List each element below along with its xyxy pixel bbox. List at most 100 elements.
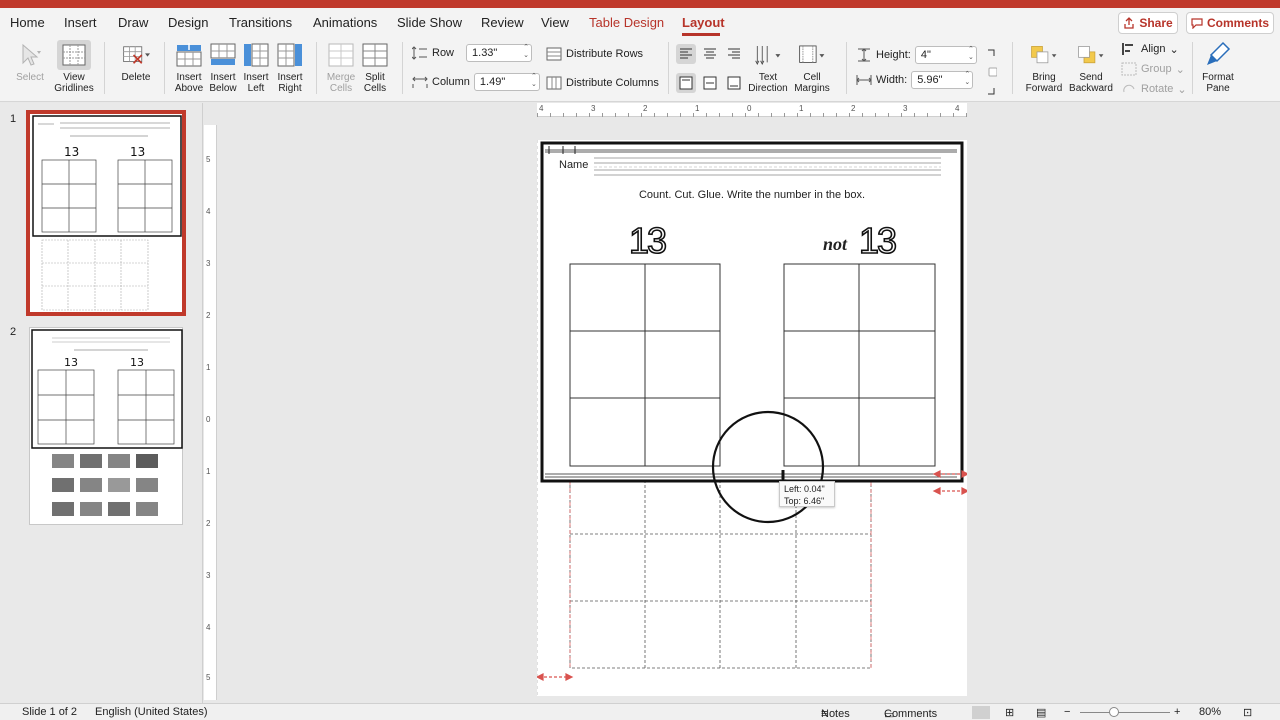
row-height-input[interactable]: 1.33": [466, 44, 533, 62]
insert-below-label-1: Insert: [210, 72, 236, 83]
ruler-label: 1: [799, 104, 804, 113]
tab-review[interactable]: Review: [481, 15, 524, 30]
ribbon-separator: [846, 42, 847, 94]
tab-design[interactable]: Design: [168, 15, 208, 30]
svg-text:13: 13: [64, 356, 78, 369]
ribbon-separator: [402, 42, 403, 94]
align-center-icon[interactable]: [700, 44, 720, 64]
ribbon-separator: [1192, 42, 1193, 94]
insert-left-icon: [242, 40, 270, 70]
normal-view-icon[interactable]: [972, 706, 990, 719]
distribute-columns-button[interactable]: Distribute Columns: [546, 76, 659, 90]
align-bottom-icon[interactable]: [724, 73, 744, 93]
zoom-slider-thumb[interactable]: [1109, 707, 1119, 717]
ruler-label: 4: [206, 207, 211, 216]
width-input[interactable]: 5.96": [911, 71, 974, 89]
number-thirteen-right: 13: [858, 219, 898, 262]
cell-margins-label-2: Margins: [794, 83, 830, 94]
ruler-label: 2: [851, 104, 856, 113]
tab-slide-show[interactable]: Slide Show: [397, 15, 462, 30]
group-icon: [1121, 62, 1137, 76]
column-width-input[interactable]: 1.49": [473, 73, 540, 91]
zoom-out-icon[interactable]: −: [1064, 706, 1070, 718]
zoom-in-icon[interactable]: +: [1174, 706, 1180, 718]
select-button[interactable]: Select: [12, 40, 48, 83]
bring-forward-button[interactable]: Bring Forward: [1022, 40, 1066, 94]
comment-icon: [1191, 18, 1203, 29]
distribute-rows-button[interactable]: Distribute Rows: [546, 47, 643, 61]
tab-insert[interactable]: Insert: [64, 15, 97, 30]
comments-button[interactable]: Comments: [1186, 12, 1274, 34]
slide-1-preview: 13 13: [32, 115, 182, 311]
send-backward-button[interactable]: Send Backward: [1068, 40, 1114, 94]
tab-home[interactable]: Home: [10, 15, 45, 30]
tooltip-left-value: Left: 0.04": [784, 484, 825, 494]
slide-canvas[interactable]: Name Count. Cut. Glue. Write the number …: [537, 140, 967, 696]
tab-animations[interactable]: Animations: [313, 15, 377, 30]
slide-thumbnail-2[interactable]: 13 13: [29, 327, 183, 525]
send-backward-label-1: Send: [1079, 72, 1103, 83]
align-button[interactable]: Align ⌄: [1121, 42, 1179, 56]
language-indicator[interactable]: English (United States): [95, 706, 208, 718]
view-gridlines-button[interactable]: View Gridlines: [54, 40, 94, 94]
slide-thumbnail-1[interactable]: 13 13: [26, 110, 186, 316]
tab-draw[interactable]: Draw: [118, 15, 148, 30]
align-left-icon[interactable]: [676, 44, 696, 64]
reading-view-icon[interactable]: ▤: [1036, 706, 1046, 719]
gridlines-icon: [57, 40, 91, 70]
position-tooltip: Left: 0.04" Top: 6.46": [779, 481, 835, 507]
tab-view[interactable]: View: [541, 15, 569, 30]
split-cells-button[interactable]: Split Cells: [358, 40, 392, 94]
ruler-label: 4: [539, 104, 544, 113]
distribute-columns-icon: [546, 76, 562, 90]
ruler-label: 2: [206, 311, 211, 320]
align-top-icon[interactable]: [676, 73, 696, 93]
group-label: Group: [1141, 63, 1172, 75]
ruler-label: 4: [206, 623, 211, 632]
slide-2-preview: 13 13: [31, 329, 183, 516]
merge-cells-button[interactable]: Merge Cells: [324, 40, 358, 94]
tab-transitions[interactable]: Transitions: [229, 15, 292, 30]
slide-sorter-icon[interactable]: ⊞: [1005, 706, 1014, 719]
column-width-control: Column 1.49": [412, 73, 540, 91]
align-middle-icon[interactable]: [700, 73, 720, 93]
view-gridlines-label-2: Gridlines: [54, 83, 94, 94]
merge-cells-label-1: Merge: [326, 72, 356, 83]
delete-button[interactable]: Delete: [114, 40, 158, 83]
ruler-label: 5: [206, 155, 211, 164]
zoom-level[interactable]: 80%: [1199, 706, 1221, 718]
svg-text:13: 13: [130, 356, 144, 369]
row-height-control: Row 1.33": [412, 44, 533, 62]
share-button[interactable]: Share: [1118, 12, 1178, 34]
insert-below-icon: [209, 40, 237, 70]
lock-aspect-ratio-icon[interactable]: [987, 48, 998, 98]
insert-above-button[interactable]: Insert Above: [172, 40, 206, 94]
rotate-label: Rotate: [1141, 83, 1174, 95]
ruler-label: 4: [955, 104, 960, 113]
insert-above-label-2: Above: [174, 83, 204, 94]
ribbon-separator: [164, 42, 165, 94]
tab-table-design[interactable]: Table Design: [589, 15, 664, 30]
insert-below-button[interactable]: Insert Below: [206, 40, 240, 94]
cell-margins-button[interactable]: Cell Margins: [792, 40, 832, 94]
insert-right-button[interactable]: Insert Right: [274, 40, 306, 94]
view-gridlines-label-1: View: [63, 72, 85, 83]
insert-above-label-1: Insert: [176, 72, 202, 83]
height-input[interactable]: 4": [914, 46, 977, 64]
align-right-icon[interactable]: [724, 44, 744, 64]
text-direction-button[interactable]: Text Direction: [746, 40, 790, 94]
format-pane-button[interactable]: Format Pane: [1198, 40, 1238, 94]
insert-left-button[interactable]: Insert Left: [240, 40, 272, 94]
group-button[interactable]: Group ⌄: [1121, 62, 1185, 76]
ruler-label: 3: [903, 104, 908, 113]
worksheet-instruction: Count. Cut. Glue. Write the number in th…: [638, 189, 866, 201]
fit-to-window-icon[interactable]: ⊡: [1243, 706, 1252, 719]
ruler-label: 2: [206, 519, 211, 528]
rotate-button[interactable]: Rotate ⌄: [1121, 82, 1187, 96]
row-label: Row: [432, 47, 455, 59]
zoom-slider[interactable]: [1080, 712, 1170, 713]
insert-right-label-2: Right: [278, 83, 302, 94]
cursor-arrow-icon: [16, 40, 44, 70]
bring-forward-label-1: Bring: [1032, 72, 1056, 83]
tab-layout[interactable]: Layout: [682, 15, 725, 30]
